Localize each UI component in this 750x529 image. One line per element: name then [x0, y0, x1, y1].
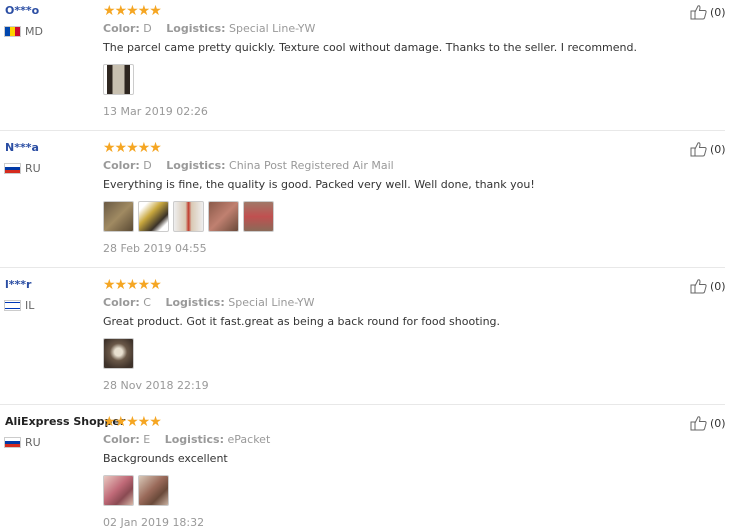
- review-date: 28 Feb 2019 04:55: [103, 242, 207, 255]
- review-photo-thumbnail[interactable]: [173, 201, 204, 232]
- star-rating: ★★★★★: [103, 3, 162, 19]
- review-text: Everything is fine, the quality is good.…: [103, 178, 535, 191]
- review-photo-thumbnail[interactable]: [138, 201, 169, 232]
- review-date: 28 Nov 2018 22:19: [103, 379, 209, 392]
- review-text: Great product. Got it fast.great as bein…: [103, 315, 501, 328]
- reviewer-name[interactable]: l***r: [5, 278, 31, 291]
- reviewer-country: RU: [4, 162, 41, 175]
- reviewer-name[interactable]: N***a: [5, 141, 39, 154]
- review-photo-thumbnail[interactable]: [103, 475, 134, 506]
- review-meta: Color: D Logistics: China Post Registere…: [103, 159, 394, 172]
- review-item: N***a RU ★★★★★ Color: D Logistics: China…: [0, 137, 726, 267]
- color-label: Color:: [103, 22, 140, 35]
- review-meta: Color: C Logistics: Special Line-YW: [103, 296, 315, 309]
- flag-ru-icon: [4, 163, 21, 174]
- helpful-button[interactable]: (0): [690, 141, 726, 157]
- country-code: RU: [25, 436, 41, 449]
- review-photo-thumbnail[interactable]: [243, 201, 274, 232]
- thumbs-up-icon: [690, 142, 707, 157]
- helpful-button[interactable]: (0): [690, 278, 726, 294]
- reviewer-country: MD: [4, 25, 43, 38]
- review-photos: [103, 475, 169, 506]
- review-photo-thumbnail[interactable]: [103, 64, 134, 95]
- divider: [0, 130, 725, 131]
- review-text: Backgrounds excellent: [103, 452, 228, 465]
- review-item: AliExpress Shopper RU ★★★★★ Color: E Log…: [0, 411, 726, 529]
- review-photos: [103, 338, 134, 369]
- star-rating: ★★★★★: [103, 140, 162, 156]
- helpful-count: (0): [710, 142, 726, 156]
- review-item: l***r IL ★★★★★ Color: C Logistics: Speci…: [0, 274, 726, 404]
- logistics-label: Logistics:: [166, 159, 226, 172]
- review-item: O***o MD ★★★★★ Color: D Logistics: Speci…: [0, 0, 726, 130]
- country-code: IL: [25, 299, 35, 312]
- review-photo-thumbnail[interactable]: [103, 201, 134, 232]
- color-label: Color:: [103, 296, 140, 309]
- flag-ru-icon: [4, 437, 21, 448]
- color-value: D: [143, 22, 152, 35]
- helpful-count: (0): [710, 5, 726, 19]
- color-value: E: [143, 433, 151, 446]
- review-date: 13 Mar 2019 02:26: [103, 105, 208, 118]
- logistics-label: Logistics:: [165, 296, 225, 309]
- review-date: 02 Jan 2019 18:32: [103, 516, 205, 529]
- reviewer-country: IL: [4, 299, 34, 312]
- review-meta: Color: E Logistics: ePacket: [103, 433, 270, 446]
- review-photos: [103, 201, 274, 232]
- country-code: MD: [25, 25, 43, 38]
- flag-md-icon: [4, 26, 21, 37]
- thumbs-up-icon: [690, 5, 707, 20]
- star-rating: ★★★★★: [103, 414, 162, 430]
- logistics-value: Special Line-YW: [229, 22, 316, 35]
- review-photo-thumbnail[interactable]: [208, 201, 239, 232]
- reviewer-name[interactable]: O***o: [5, 4, 39, 17]
- color-value: D: [143, 159, 152, 172]
- color-label: Color:: [103, 159, 140, 172]
- flag-il-icon: [4, 300, 21, 311]
- review-photos: [103, 64, 134, 95]
- logistics-label: Logistics:: [166, 22, 226, 35]
- review-text: The parcel came pretty quickly. Texture …: [103, 41, 637, 54]
- review-photo-thumbnail[interactable]: [138, 475, 169, 506]
- helpful-button[interactable]: (0): [690, 4, 726, 20]
- divider: [0, 267, 725, 268]
- color-value: C: [143, 296, 151, 309]
- divider: [0, 404, 725, 405]
- helpful-count: (0): [710, 279, 726, 293]
- logistics-value: Special Line-YW: [228, 296, 315, 309]
- review-photo-thumbnail[interactable]: [103, 338, 134, 369]
- helpful-count: (0): [710, 416, 726, 430]
- country-code: RU: [25, 162, 41, 175]
- review-meta: Color: D Logistics: Special Line-YW: [103, 22, 315, 35]
- color-label: Color:: [103, 433, 140, 446]
- thumbs-up-icon: [690, 416, 707, 431]
- thumbs-up-icon: [690, 279, 707, 294]
- logistics-value: China Post Registered Air Mail: [229, 159, 394, 172]
- logistics-value: ePacket: [227, 433, 271, 446]
- star-rating: ★★★★★: [103, 277, 162, 293]
- reviewer-country: RU: [4, 436, 41, 449]
- helpful-button[interactable]: (0): [690, 415, 726, 431]
- logistics-label: Logistics:: [164, 433, 224, 446]
